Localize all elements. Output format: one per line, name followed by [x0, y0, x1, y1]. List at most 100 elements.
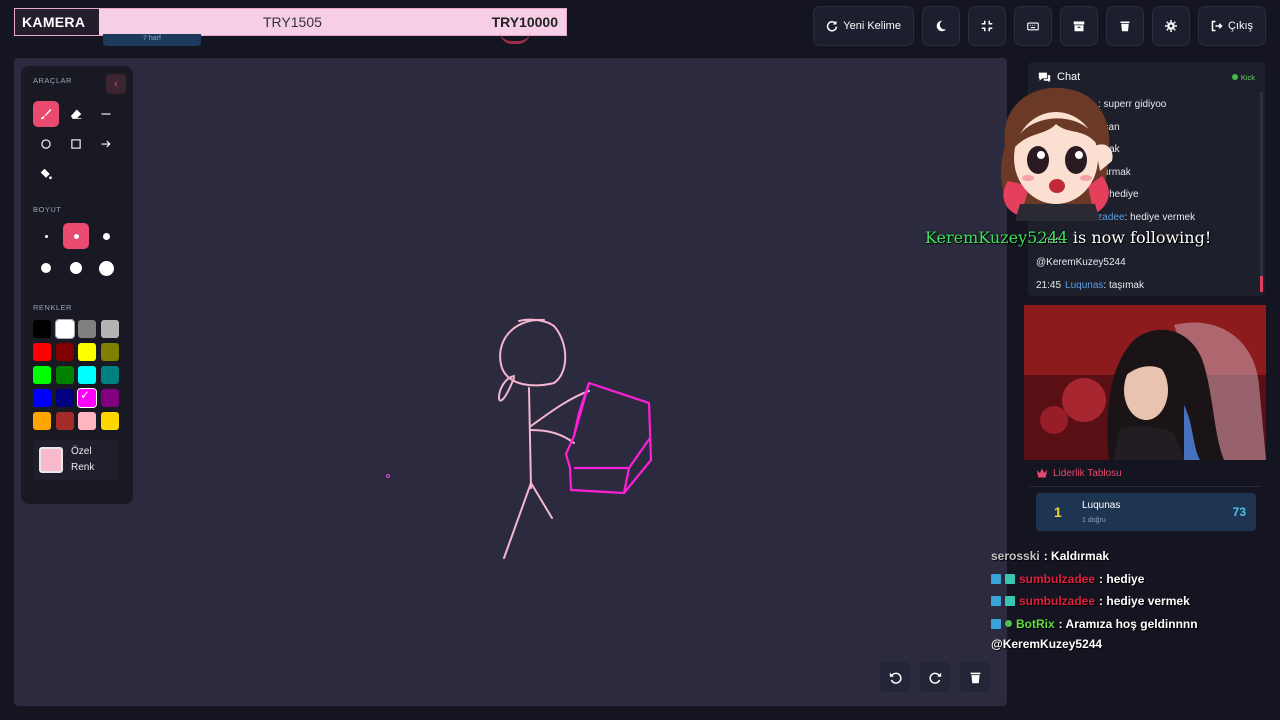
compress-icon — [981, 20, 993, 32]
drawing-canvas[interactable] — [14, 58, 1007, 706]
color-swatch[interactable] — [100, 412, 119, 430]
color-swatch[interactable] — [33, 320, 51, 338]
trash-icon — [1120, 21, 1130, 32]
moon-icon — [936, 20, 947, 32]
line-tool[interactable] — [93, 101, 119, 127]
color-palette: ✓ — [33, 319, 121, 430]
color-swatch[interactable] — [78, 412, 96, 430]
redo-icon — [928, 672, 941, 684]
custom-color-swatch[interactable] — [39, 447, 63, 473]
stream-chat-username: sumbulzadee — [1019, 571, 1096, 586]
chevron-left-icon: ‹ — [114, 78, 118, 90]
player-name: Luqunas — [1082, 500, 1121, 511]
rank: 1 — [1054, 504, 1062, 520]
follow-text: is now following! — [1067, 228, 1212, 247]
color-swatch[interactable] — [55, 343, 74, 361]
color-swatch[interactable] — [33, 412, 51, 430]
color-swatch[interactable] — [78, 366, 96, 384]
size-dot — [102, 232, 110, 240]
fill-tool[interactable] — [33, 161, 59, 187]
brush-tool[interactable] — [33, 101, 59, 127]
chat-message: 21:45 Luqunas: taşımak — [1036, 275, 1257, 296]
size-option-2[interactable] — [63, 223, 89, 249]
undo-button[interactable] — [880, 662, 910, 692]
theme-button[interactable] — [921, 6, 960, 46]
stick-figure-body — [528, 387, 532, 489]
color-swatch[interactable] — [33, 343, 51, 361]
size-title: BOYUT — [33, 205, 62, 214]
stick-figure-head — [498, 318, 567, 402]
chat-scrollbar[interactable] — [1260, 92, 1263, 292]
badge-icon — [1005, 596, 1015, 607]
chat-time: 21:45 — [1036, 279, 1062, 291]
rectangle-tool[interactable] — [63, 131, 89, 157]
stream-chat-line: BotRix: Aramıza hoş geldinnnn — [991, 613, 1198, 636]
circle-tool[interactable] — [33, 131, 59, 157]
clear-canvas-button[interactable] — [960, 662, 990, 692]
logout-icon — [1211, 20, 1223, 32]
archive-button[interactable] — [1059, 6, 1098, 46]
size-option-5[interactable] — [63, 255, 89, 281]
arrow-right-icon — [101, 140, 111, 148]
stream-chat-line: sumbulzadee: hediye vermek — [991, 590, 1198, 613]
color-swatch[interactable] — [33, 366, 51, 384]
size-option-6[interactable] — [93, 255, 119, 281]
canvas-drawing — [498, 318, 653, 559]
player-correct-count: 1 doğru — [1082, 517, 1106, 524]
color-swatch[interactable] — [55, 366, 74, 384]
size-option-4[interactable] — [33, 255, 59, 281]
color-swatch[interactable] — [33, 389, 51, 407]
color-swatch[interactable] — [54, 319, 75, 339]
stream-chat-text: : Kaldırmak — [1043, 549, 1110, 564]
color-swatch[interactable] — [100, 389, 119, 407]
chat-scroll-thumb[interactable] — [1260, 276, 1263, 292]
settings-button[interactable] — [1151, 6, 1190, 46]
eraser-icon — [70, 109, 82, 119]
arrow-tool[interactable] — [93, 131, 119, 157]
chat-text: : taşımak — [1103, 279, 1144, 291]
trash-button[interactable] — [1105, 6, 1144, 46]
logout-button[interactable]: Çıkış — [1197, 6, 1266, 46]
check-icon: ✓ — [80, 388, 91, 402]
chat-username[interactable]: Luqunas — [1065, 280, 1103, 291]
canvas-controls — [880, 662, 990, 692]
keyboard-button[interactable] — [1013, 6, 1052, 46]
stream-chat-line: sumbulzadee: hediye — [991, 568, 1198, 591]
anime-avatar-overlay — [1000, 87, 1113, 221]
color-swatch[interactable]: ✓ — [77, 388, 97, 408]
fullscreen-button[interactable] — [967, 6, 1006, 46]
color-swatch[interactable] — [78, 320, 96, 338]
new-word-label: Yeni Kelime — [843, 20, 901, 32]
paint-bucket-icon — [40, 168, 52, 180]
comments-icon — [1038, 72, 1051, 82]
color-swatch[interactable] — [55, 412, 74, 430]
stick-figure-legs — [503, 482, 553, 559]
color-swatch[interactable] — [78, 343, 96, 361]
chat-title: Chat — [1057, 71, 1081, 83]
color-swatch[interactable] — [100, 320, 119, 338]
stream-chat-text: @KeremKuzey5244 — [991, 637, 1103, 651]
size-option-3[interactable] — [93, 223, 119, 249]
color-swatch[interactable] — [100, 343, 119, 361]
collapse-tools-button[interactable]: ‹ — [106, 74, 126, 94]
colors-title: RENKLER — [33, 303, 72, 312]
stream-chat-overlay: serosski: Kaldırmak sumbulzadee: hediye su… — [991, 545, 1198, 653]
stream-chat-text: : Aramıza hoş geldinnnn — [1058, 616, 1198, 631]
size-option-1[interactable] — [33, 223, 59, 249]
gear-icon — [1164, 20, 1177, 32]
custom-color-label: Özel Renk — [71, 446, 95, 473]
leaderboard-title-text: Liderlik Tablosu — [1053, 467, 1122, 479]
redo-button[interactable] — [920, 662, 950, 692]
custom-color-button[interactable]: Özel Renk — [33, 440, 119, 480]
platform-badge: Kick — [1231, 73, 1255, 82]
badge-icon — [991, 618, 1001, 629]
stream-chat-line: serosski: Kaldırmak — [991, 545, 1198, 568]
badge-icon — [1005, 573, 1015, 584]
camera-label: KAMERA — [15, 9, 99, 35]
color-swatch[interactable] — [55, 389, 74, 407]
eraser-tool[interactable] — [63, 101, 89, 127]
color-swatch[interactable] — [100, 366, 119, 384]
new-word-button[interactable]: Yeni Kelime — [813, 6, 914, 46]
follow-alert: KeremKuzey5244 is now following! — [925, 228, 1211, 247]
chat-text: @KeremKuzey5244 — [1036, 257, 1126, 269]
